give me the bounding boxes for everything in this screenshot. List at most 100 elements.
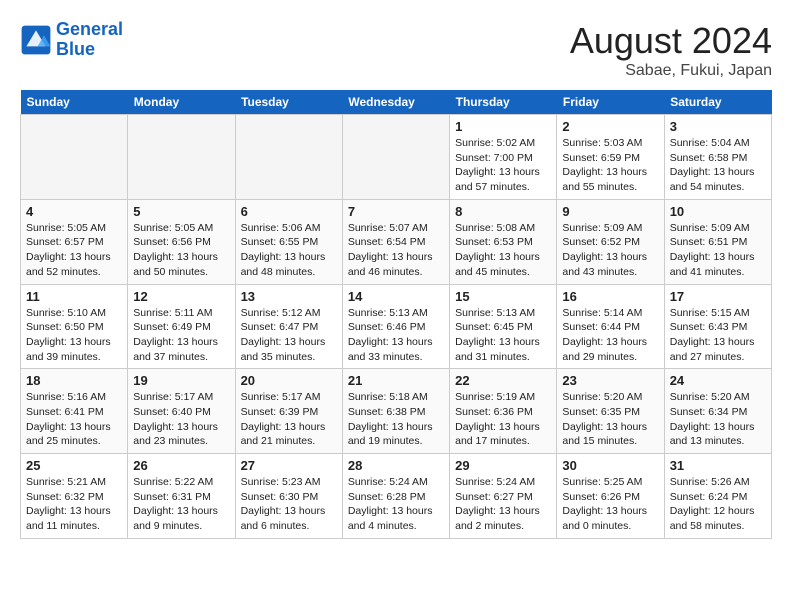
day-info: Sunrise: 5:23 AMSunset: 6:30 PMDaylight:… xyxy=(241,475,337,534)
day-number: 17 xyxy=(670,289,766,304)
calendar-cell: 23 Sunrise: 5:20 AMSunset: 6:35 PMDayligh… xyxy=(557,369,664,454)
day-number: 23 xyxy=(562,373,658,388)
weekday-header: Monday xyxy=(128,90,235,115)
day-info: Sunrise: 5:06 AMSunset: 6:55 PMDaylight:… xyxy=(241,221,337,280)
calendar-cell: 31 Sunrise: 5:26 AMSunset: 6:24 PMDayligh… xyxy=(664,454,771,539)
calendar-week-row: 18 Sunrise: 5:16 AMSunset: 6:41 PMDayligh… xyxy=(21,369,772,454)
calendar-cell: 13Sunrise: 5:12 AMSunset: 6:47 PMDayligh… xyxy=(235,284,342,369)
day-info: Sunrise: 5:22 AMSunset: 6:31 PMDaylight:… xyxy=(133,475,229,534)
day-info: Sunrise: 5:17 AMSunset: 6:40 PMDaylight:… xyxy=(133,390,229,449)
day-number: 9 xyxy=(562,204,658,219)
day-number: 10 xyxy=(670,204,766,219)
calendar-cell: 8Sunrise: 5:08 AMSunset: 6:53 PMDaylight… xyxy=(450,199,557,284)
day-number: 19 xyxy=(133,373,229,388)
weekday-header-row: SundayMondayTuesdayWednesdayThursdayFrid… xyxy=(21,90,772,115)
day-info: Sunrise: 5:10 AMSunset: 6:50 PMDaylight:… xyxy=(26,306,122,365)
day-number: 27 xyxy=(241,458,337,473)
day-number: 20 xyxy=(241,373,337,388)
logo-icon xyxy=(20,24,52,56)
day-number: 5 xyxy=(133,204,229,219)
calendar-cell: 26 Sunrise: 5:22 AMSunset: 6:31 PMDayligh… xyxy=(128,454,235,539)
calendar-cell: 21Sunrise: 5:18 AMSunset: 6:38 PMDayligh… xyxy=(342,369,449,454)
day-info: Sunrise: 5:08 AMSunset: 6:53 PMDaylight:… xyxy=(455,221,551,280)
calendar-cell: 25Sunrise: 5:21 AMSunset: 6:32 PMDayligh… xyxy=(21,454,128,539)
day-number: 24 xyxy=(670,373,766,388)
day-info: Sunrise: 5:05 AMSunset: 6:57 PMDaylight:… xyxy=(26,221,122,280)
day-number: 12 xyxy=(133,289,229,304)
page-header: General Blue August 2024 Sabae, Fukui, J… xyxy=(20,20,772,80)
day-info: Sunrise: 5:24 AMSunset: 6:27 PMDaylight:… xyxy=(455,475,551,534)
day-number: 15 xyxy=(455,289,551,304)
calendar-cell: 22 Sunrise: 5:19 AMSunset: 6:36 PMDayligh… xyxy=(450,369,557,454)
calendar-week-row: 25Sunrise: 5:21 AMSunset: 6:32 PMDayligh… xyxy=(21,454,772,539)
day-info: Sunrise: 5:24 AMSunset: 6:28 PMDaylight:… xyxy=(348,475,444,534)
weekday-header: Saturday xyxy=(664,90,771,115)
weekday-header: Friday xyxy=(557,90,664,115)
day-number: 21 xyxy=(348,373,444,388)
day-number: 2 xyxy=(562,119,658,134)
weekday-header: Thursday xyxy=(450,90,557,115)
calendar-week-row: 11 Sunrise: 5:10 AMSunset: 6:50 PMDayligh… xyxy=(21,284,772,369)
calendar-week-row: 4 Sunrise: 5:05 AMSunset: 6:57 PMDaylight… xyxy=(21,199,772,284)
day-number: 22 xyxy=(455,373,551,388)
day-info: Sunrise: 5:19 AMSunset: 6:36 PMDaylight:… xyxy=(455,390,551,449)
day-number: 6 xyxy=(241,204,337,219)
calendar-cell: 4 Sunrise: 5:05 AMSunset: 6:57 PMDaylight… xyxy=(21,199,128,284)
day-info: Sunrise: 5:21 AMSunset: 6:32 PMDaylight:… xyxy=(26,475,122,534)
day-info: Sunrise: 5:20 AMSunset: 6:34 PMDaylight:… xyxy=(670,390,766,449)
day-info: Sunrise: 5:05 AMSunset: 6:56 PMDaylight:… xyxy=(133,221,229,280)
calendar-cell: 15Sunrise: 5:13 AMSunset: 6:45 PMDayligh… xyxy=(450,284,557,369)
day-number: 4 xyxy=(26,204,122,219)
calendar-cell: 18 Sunrise: 5:16 AMSunset: 6:41 PMDayligh… xyxy=(21,369,128,454)
day-info: Sunrise: 5:02 AMSunset: 7:00 PMDaylight:… xyxy=(455,136,551,195)
location: Sabae, Fukui, Japan xyxy=(570,62,772,80)
calendar-cell: 6 Sunrise: 5:06 AMSunset: 6:55 PMDaylight… xyxy=(235,199,342,284)
day-number: 7 xyxy=(348,204,444,219)
calendar-cell xyxy=(235,115,342,200)
calendar-cell: 16Sunrise: 5:14 AMSunset: 6:44 PMDayligh… xyxy=(557,284,664,369)
logo-line2: Blue xyxy=(56,39,95,59)
day-number: 14 xyxy=(348,289,444,304)
calendar-week-row: 1 Sunrise: 5:02 AMSunset: 7:00 PMDaylight… xyxy=(21,115,772,200)
calendar-cell: 9 Sunrise: 5:09 AMSunset: 6:52 PMDaylight… xyxy=(557,199,664,284)
day-info: Sunrise: 5:03 AMSunset: 6:59 PMDaylight:… xyxy=(562,136,658,195)
day-number: 1 xyxy=(455,119,551,134)
calendar-cell: 10 Sunrise: 5:09 AMSunset: 6:51 PMDayligh… xyxy=(664,199,771,284)
logo: General Blue xyxy=(20,20,123,60)
day-info: Sunrise: 5:12 AMSunset: 6:47 PMDaylight:… xyxy=(241,306,337,365)
day-info: Sunrise: 5:11 AMSunset: 6:49 PMDaylight:… xyxy=(133,306,229,365)
calendar-cell: 14Sunrise: 5:13 AMSunset: 6:46 PMDayligh… xyxy=(342,284,449,369)
day-number: 31 xyxy=(670,458,766,473)
day-info: Sunrise: 5:25 AMSunset: 6:26 PMDaylight:… xyxy=(562,475,658,534)
day-info: Sunrise: 5:09 AMSunset: 6:52 PMDaylight:… xyxy=(562,221,658,280)
day-info: Sunrise: 5:20 AMSunset: 6:35 PMDaylight:… xyxy=(562,390,658,449)
calendar-cell: 5 Sunrise: 5:05 AMSunset: 6:56 PMDaylight… xyxy=(128,199,235,284)
day-number: 3 xyxy=(670,119,766,134)
calendar-cell: 24 Sunrise: 5:20 AMSunset: 6:34 PMDayligh… xyxy=(664,369,771,454)
weekday-header: Sunday xyxy=(21,90,128,115)
day-number: 30 xyxy=(562,458,658,473)
weekday-header: Tuesday xyxy=(235,90,342,115)
logo-text: General Blue xyxy=(56,20,123,60)
calendar-cell: 7Sunrise: 5:07 AMSunset: 6:54 PMDaylight… xyxy=(342,199,449,284)
calendar-cell: 12 Sunrise: 5:11 AMSunset: 6:49 PMDayligh… xyxy=(128,284,235,369)
day-info: Sunrise: 5:15 AMSunset: 6:43 PMDaylight:… xyxy=(670,306,766,365)
day-info: Sunrise: 5:26 AMSunset: 6:24 PMDaylight:… xyxy=(670,475,766,534)
calendar-cell: 2 Sunrise: 5:03 AMSunset: 6:59 PMDaylight… xyxy=(557,115,664,200)
calendar-cell: 1 Sunrise: 5:02 AMSunset: 7:00 PMDaylight… xyxy=(450,115,557,200)
calendar-cell xyxy=(342,115,449,200)
calendar-cell: 28 Sunrise: 5:24 AMSunset: 6:28 PMDayligh… xyxy=(342,454,449,539)
calendar-cell xyxy=(128,115,235,200)
day-number: 18 xyxy=(26,373,122,388)
day-info: Sunrise: 5:16 AMSunset: 6:41 PMDaylight:… xyxy=(26,390,122,449)
day-number: 28 xyxy=(348,458,444,473)
day-number: 26 xyxy=(133,458,229,473)
calendar-cell: 11 Sunrise: 5:10 AMSunset: 6:50 PMDayligh… xyxy=(21,284,128,369)
calendar-table: SundayMondayTuesdayWednesdayThursdayFrid… xyxy=(20,90,772,539)
calendar-cell: 30 Sunrise: 5:25 AMSunset: 6:26 PMDayligh… xyxy=(557,454,664,539)
calendar-cell xyxy=(21,115,128,200)
title-block: August 2024 Sabae, Fukui, Japan xyxy=(570,20,772,80)
day-info: Sunrise: 5:09 AMSunset: 6:51 PMDaylight:… xyxy=(670,221,766,280)
calendar-cell: 19 Sunrise: 5:17 AMSunset: 6:40 PMDayligh… xyxy=(128,369,235,454)
day-number: 11 xyxy=(26,289,122,304)
